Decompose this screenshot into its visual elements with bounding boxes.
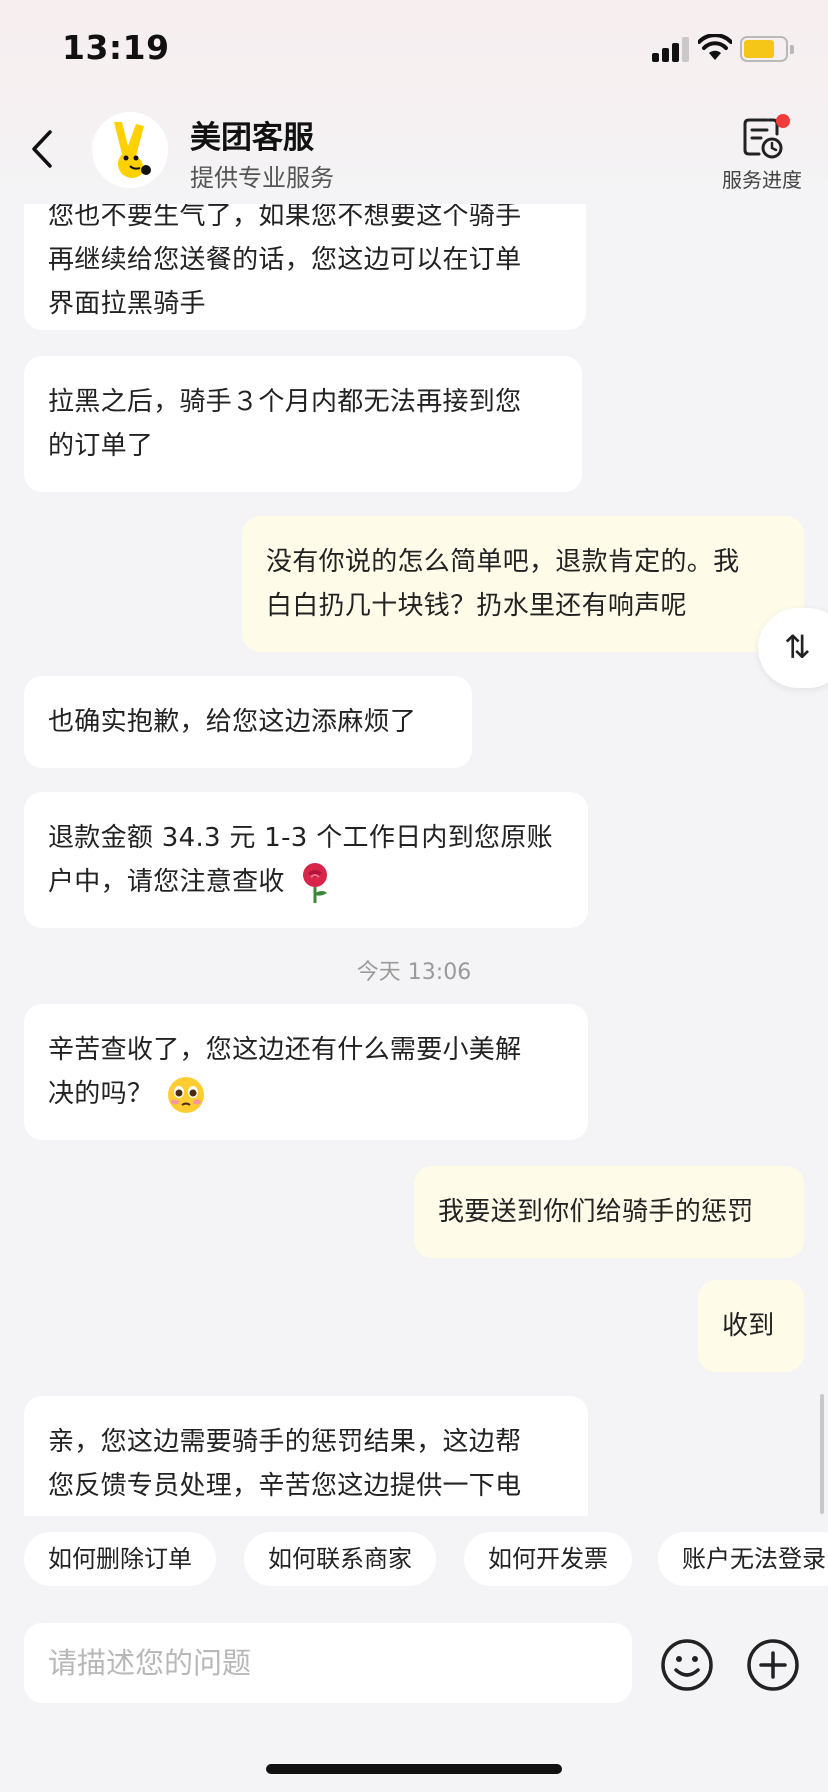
quick-reply-chip[interactable]: 如何联系商家 <box>244 1532 436 1586</box>
message-line: 也确实抱歉，给您这边添麻烦了 <box>48 707 417 737</box>
quick-reply-chip[interactable]: 如何开发票 <box>464 1532 632 1586</box>
message-input[interactable] <box>48 1623 608 1703</box>
message-line: 的订单了 <box>48 431 154 461</box>
message-line: 收到 <box>722 1311 775 1341</box>
pleading-face-icon <box>167 1076 204 1113</box>
status-time: 13:19 <box>62 28 170 67</box>
chat-title: 美团客服 <box>190 120 314 156</box>
message-line: 再继续给您送餐的话，您这边可以在订单 <box>48 245 522 275</box>
chat-subtitle: 提供专业服务 <box>190 164 334 192</box>
notification-dot <box>776 114 790 128</box>
message-line: 亲，您这边需要骑手的惩罚结果，这边帮 <box>48 1427 522 1457</box>
message-line: 退款金额 34.3 元 1-3 个工作日内到您原账 <box>48 823 553 853</box>
message-timestamp: 今天 13:06 <box>356 960 472 985</box>
quick-reply-chip[interactable]: 如何删除订单 <box>24 1532 216 1586</box>
message-line: 我要送到你们给骑手的惩罚 <box>438 1197 754 1227</box>
message-input-container <box>24 1623 632 1703</box>
agent-message: 亲，您这边需要骑手的惩罚结果，这边帮 您反馈专员处理，辛苦您这边提供一下电 <box>24 1396 588 1516</box>
cellular-signal-icon <box>652 36 690 62</box>
quick-reply-bar: 如何删除订单 如何联系商家 如何开发票 账户无法登录 <box>0 1532 828 1588</box>
sort-arrows-icon: ⇅ <box>784 628 811 666</box>
mascot-icon <box>92 112 168 188</box>
emoji-icon[interactable] <box>660 1638 714 1692</box>
message-line: 户中，请您注意查收 <box>48 867 285 897</box>
battery-icon <box>740 36 794 62</box>
back-icon[interactable] <box>26 126 58 172</box>
quick-reply-chip[interactable]: 账户无法登录 <box>658 1532 828 1586</box>
home-indicator[interactable] <box>266 1764 562 1774</box>
scroll-toggle-button[interactable]: ⇅ <box>758 608 828 688</box>
kangaroo-mascot-avatar[interactable] <box>92 112 168 188</box>
user-message: 没有你说的怎么简单吧，退款肯定的。我 白白扔几十块钱？扔水里还有响声呢 <box>242 516 804 652</box>
wifi-icon <box>698 34 732 60</box>
agent-message: 您也不要生气了，如果您不想要这个骑手 再继续给您送餐的话，您这边可以在订单 界面… <box>24 204 586 330</box>
agent-message: 退款金额 34.3 元 1-3 个工作日内到您原账 户中，请您注意查收 <box>24 792 588 928</box>
message-line: 辛苦查收了，您这边还有什么需要小美解 <box>48 1035 522 1065</box>
agent-message: 也确实抱歉，给您这边添麻烦了 <box>24 676 472 768</box>
message-list[interactable]: 您也不要生气了，如果您不想要这个骑手 再继续给您送餐的话，您这边可以在订单 界面… <box>0 204 828 1516</box>
scrollbar[interactable] <box>820 1394 824 1514</box>
message-line: 界面拉黑骑手 <box>48 289 206 319</box>
add-icon[interactable] <box>746 1638 800 1692</box>
message-line: 您也不要生气了，如果您不想要这个骑手 <box>48 204 522 231</box>
user-message: 收到 <box>698 1280 804 1372</box>
service-progress-button[interactable]: 服务进度 <box>712 114 812 194</box>
user-message: 我要送到你们给骑手的惩罚 <box>414 1166 804 1258</box>
message-line: 白白扔几十块钱？扔水里还有响声呢 <box>266 591 687 621</box>
agent-message: 拉黑之后，骑手３个月内都无法再接到您 的订单了 <box>24 356 582 492</box>
message-line: 没有你说的怎么简单吧，退款肯定的。我 <box>266 547 740 577</box>
message-line: 您反馈专员处理，辛苦您这边提供一下电 <box>48 1471 522 1501</box>
rose-icon <box>303 862 328 903</box>
chat-header: 美团客服 提供专业服务 服务进度 <box>0 100 828 204</box>
message-line: 拉黑之后，骑手３个月内都无法再接到您 <box>48 387 522 417</box>
service-progress-label: 服务进度 <box>722 168 802 192</box>
status-bar: 13:19 <box>0 0 828 100</box>
agent-message: 辛苦查收了，您这边还有什么需要小美解 决的吗？ <box>24 1004 588 1140</box>
message-line: 决的吗？ <box>48 1079 154 1109</box>
